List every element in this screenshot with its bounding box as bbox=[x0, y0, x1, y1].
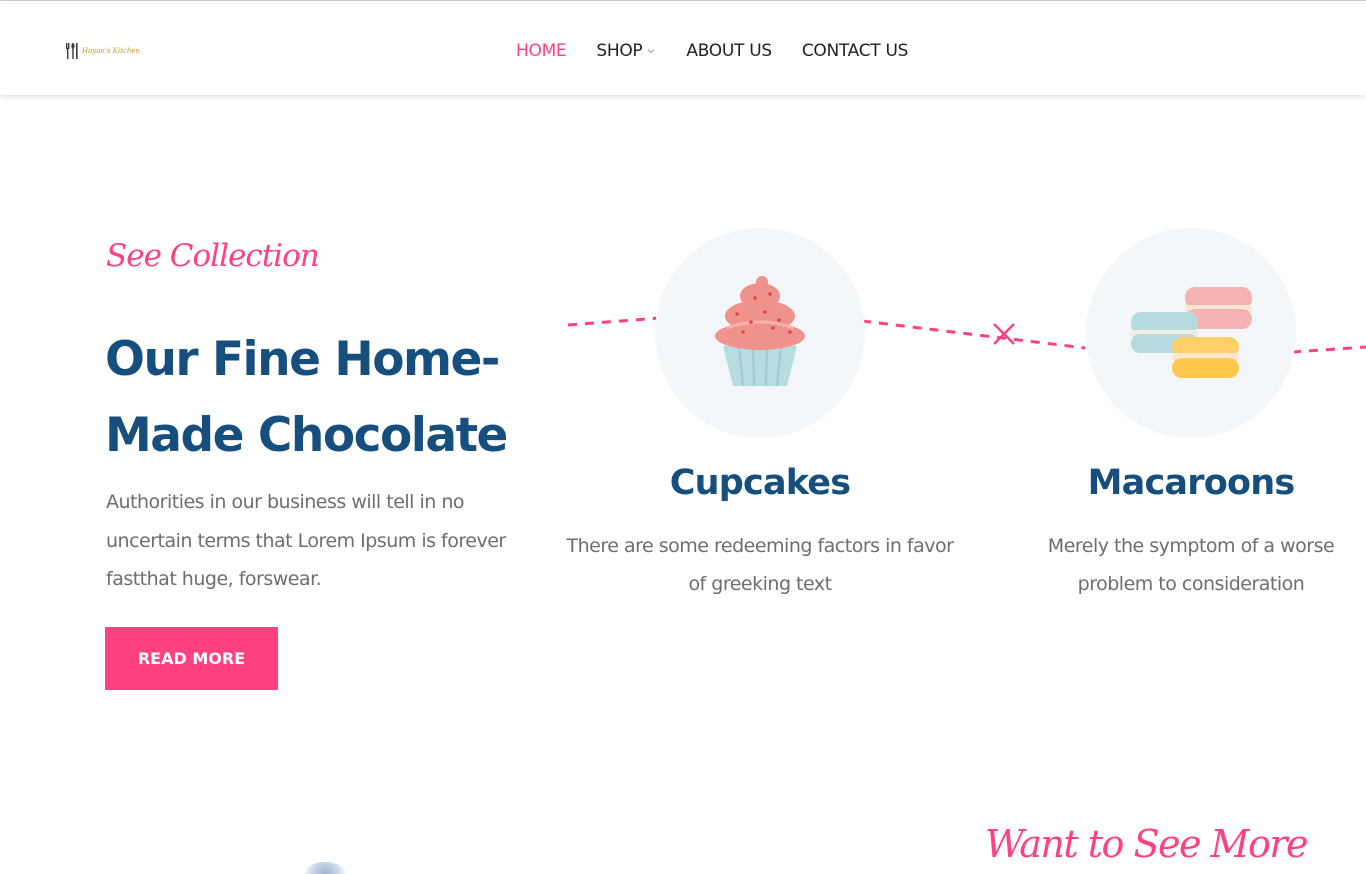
hero-eyebrow: See Collection bbox=[106, 238, 320, 274]
cupcakes-image-circle bbox=[655, 228, 865, 438]
macaroons-title: Macaroons bbox=[1087, 463, 1296, 503]
logo-wordmark: Hayan's Kitchen bbox=[81, 47, 140, 55]
want-to-see-more-heading: Want to See More bbox=[985, 822, 1309, 866]
hero-title: Our Fine Home-Made Chocolate bbox=[105, 332, 508, 463]
macaroon-icon bbox=[1131, 287, 1252, 378]
nav-shop-label: SHOP bbox=[596, 41, 643, 61]
main-navigation: HOME SHOP ABOUT US CONTACT US bbox=[516, 38, 908, 64]
cutlery-icon bbox=[65, 43, 78, 59]
cross-mark-icon bbox=[993, 323, 1015, 345]
partial-image bbox=[302, 862, 348, 874]
read-more-button[interactable]: READ MORE bbox=[105, 627, 278, 690]
nav-about-us[interactable]: ABOUT US bbox=[686, 41, 772, 61]
cupcake-icon bbox=[715, 276, 805, 387]
site-logo[interactable]: Hayan's Kitchen bbox=[65, 42, 140, 60]
cupcakes-title: Cupcakes bbox=[669, 463, 851, 503]
nav-contact-us[interactable]: CONTACT US bbox=[802, 41, 909, 61]
macaroons-description: Merely the symptom of a worse problem to… bbox=[1047, 535, 1335, 595]
nav-shop[interactable]: SHOP bbox=[596, 41, 656, 61]
nav-home[interactable]: HOME bbox=[516, 41, 567, 61]
macaroons-image-circle bbox=[1086, 228, 1296, 438]
cupcakes-description: There are some redeeming factors in favo… bbox=[566, 535, 954, 595]
hero-description: Authorities in our business will tell in… bbox=[106, 491, 506, 590]
chevron-down-icon bbox=[648, 49, 655, 54]
site-header: Hayan's Kitchen HOME SHOP ABOUT US CONTA… bbox=[0, 5, 1366, 95]
